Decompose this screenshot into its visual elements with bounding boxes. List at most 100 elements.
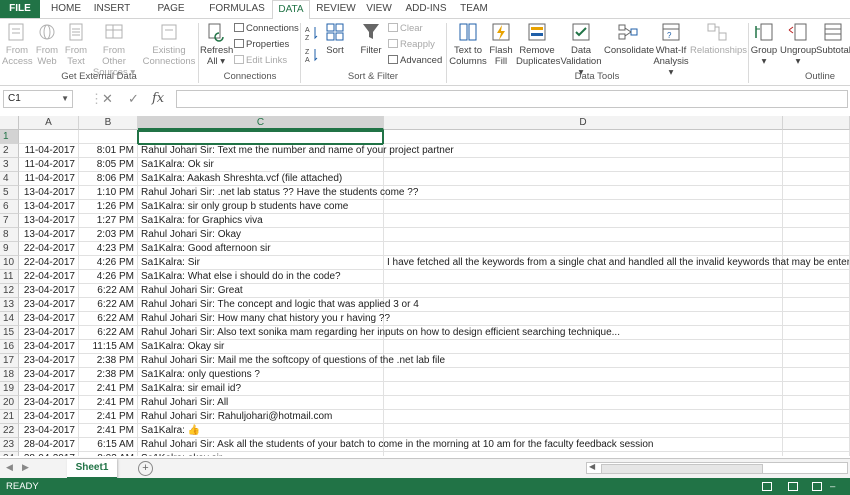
cell-empty[interactable]	[783, 256, 850, 270]
row-header[interactable]: 17	[0, 354, 19, 368]
cell-extra[interactable]	[384, 144, 783, 158]
row-header[interactable]: 1	[0, 130, 19, 144]
refresh-all-button[interactable]: Refresh All ▾	[200, 21, 233, 67]
cell-extra[interactable]	[384, 368, 783, 382]
connections-button[interactable]: Connections	[234, 23, 299, 34]
cell-message[interactable]: Rahul Johari Sir: Also text sonika mam r…	[138, 326, 620, 340]
insert-function-icon[interactable]: fx	[152, 90, 164, 108]
row-header[interactable]: 24	[0, 452, 19, 456]
cell-empty[interactable]	[783, 130, 850, 144]
cell-time[interactable]: 2:41 PM	[79, 424, 138, 438]
cell-empty[interactable]	[783, 158, 850, 172]
cell-date[interactable]: 23-04-2017	[19, 312, 79, 326]
cell-date[interactable]: 23-04-2017	[19, 340, 79, 354]
cell-extra[interactable]	[384, 284, 783, 298]
cell-message[interactable]: Sa1Kalra: 👍	[138, 424, 384, 438]
cell-empty[interactable]	[783, 214, 850, 228]
cell-time[interactable]: 8:06 PM	[79, 172, 138, 186]
row-header[interactable]: 15	[0, 326, 19, 340]
column-header-d[interactable]: D	[384, 116, 783, 130]
scroll-left-icon[interactable]: ◀	[589, 462, 595, 471]
cell-empty[interactable]	[783, 284, 850, 298]
row-header[interactable]: 23	[0, 438, 19, 452]
remove-duplicates-button[interactable]: Remove Duplicates	[516, 21, 560, 67]
row-header[interactable]: 6	[0, 200, 19, 214]
text-to-columns-button[interactable]: Text to Columns	[448, 21, 488, 67]
row-header[interactable]: 14	[0, 312, 19, 326]
properties-button[interactable]: Properties	[234, 39, 289, 50]
cell-time[interactable]: 6:22 AM	[79, 312, 138, 326]
cell-extra[interactable]: I have fetched all the keywords from a s…	[384, 256, 850, 270]
cell-time[interactable]: 6:22 AM	[79, 326, 138, 340]
cell-message[interactable]: Sa1Kalra: Ok sir	[138, 158, 384, 172]
sort-button[interactable]: Sort	[322, 21, 348, 56]
cell-time[interactable]: 8:01 PM	[79, 144, 138, 158]
cell-date[interactable]	[19, 130, 79, 144]
column-header-a[interactable]: A	[19, 116, 79, 130]
tab-add-ins[interactable]: ADD-INS	[402, 0, 450, 18]
row-header[interactable]: 10	[0, 256, 19, 270]
cell-time[interactable]: 8:05 PM	[79, 158, 138, 172]
cell-time[interactable]: 6:22 AM	[79, 298, 138, 312]
tab-formulas[interactable]: FORMULAS	[208, 0, 266, 18]
relationships-button[interactable]: Relationships	[690, 21, 747, 56]
tab-data[interactable]: DATA	[272, 0, 310, 20]
cell-empty[interactable]	[783, 200, 850, 214]
cell-empty[interactable]	[783, 298, 850, 312]
cell-date[interactable]: 28-04-2017	[19, 452, 79, 456]
cell-date[interactable]: 13-04-2017	[19, 228, 79, 242]
cell-time[interactable]: 8:03 AM	[79, 452, 138, 456]
cell-extra[interactable]	[384, 396, 783, 410]
enter-check-icon[interactable]: ✓	[128, 90, 139, 108]
cell-time[interactable]: 2:03 PM	[79, 228, 138, 242]
sort-az-button[interactable]: AZ	[303, 25, 321, 44]
tab-insert[interactable]: INSERT	[92, 0, 132, 18]
column-header-c[interactable]: C	[138, 116, 384, 130]
cell-extra[interactable]	[384, 214, 783, 228]
cell-message[interactable]: Rahul Johari Sir: Rahuljohari@hotmail.co…	[138, 410, 384, 424]
select-all-corner[interactable]	[0, 116, 19, 130]
cell-date[interactable]: 28-04-2017	[19, 438, 79, 452]
row-header[interactable]: 20	[0, 396, 19, 410]
cell-extra[interactable]	[384, 410, 783, 424]
cell-date[interactable]: 23-04-2017	[19, 284, 79, 298]
cell-date[interactable]: 23-04-2017	[19, 382, 79, 396]
cell-time[interactable]: 2:41 PM	[79, 410, 138, 424]
cell-message[interactable]: Sa1Kalra: for Graphics viva	[138, 214, 384, 228]
cell-time[interactable]: 6:15 AM	[79, 438, 138, 452]
cell-message[interactable]: Rahul Johari Sir: The concept and logic …	[138, 298, 419, 312]
cell-message[interactable]: Sa1Kalra: Okay sir	[138, 340, 384, 354]
cell-empty[interactable]	[783, 340, 850, 354]
cell-time[interactable]: 2:38 PM	[79, 368, 138, 382]
cell-empty[interactable]	[783, 396, 850, 410]
cell-time[interactable]: 6:22 AM	[79, 284, 138, 298]
cell-date[interactable]: 23-04-2017	[19, 354, 79, 368]
cell-message[interactable]: Rahul Johari Sir: .net lab status ?? Hav…	[138, 186, 418, 200]
chevron-down-icon[interactable]: ▼	[61, 91, 69, 107]
cell-extra[interactable]	[384, 354, 783, 368]
normal-view-icon[interactable]	[762, 482, 772, 491]
ungroup-button[interactable]: Ungroup ▾	[780, 21, 816, 67]
row-header[interactable]: 4	[0, 172, 19, 186]
cell-extra[interactable]	[384, 438, 783, 452]
cell-message[interactable]: Sa1Kalra: What else i should do in the c…	[138, 270, 384, 284]
tab-team[interactable]: TEAM	[454, 0, 494, 18]
cell-empty[interactable]	[783, 382, 850, 396]
cell-extra[interactable]	[384, 228, 783, 242]
cell-date[interactable]: 23-04-2017	[19, 396, 79, 410]
name-box[interactable]: C1 ▼	[3, 90, 73, 108]
sort-za-button[interactable]: ZA	[303, 47, 321, 66]
cell-time[interactable]: 1:10 PM	[79, 186, 138, 200]
cell-message[interactable]: Rahul Johari Sir: How many chat history …	[138, 312, 390, 326]
cell-empty[interactable]	[783, 452, 850, 456]
cell-date[interactable]: 23-04-2017	[19, 424, 79, 438]
cell-empty[interactable]	[783, 186, 850, 200]
data-validation-button[interactable]: Data Validation ▾	[558, 21, 604, 78]
horizontal-scrollbar[interactable]: ◀	[586, 462, 848, 474]
cell-empty[interactable]	[783, 354, 850, 368]
cell-extra[interactable]	[384, 382, 783, 396]
cell-empty[interactable]	[783, 438, 850, 452]
cell-extra[interactable]	[384, 452, 783, 456]
cell-date[interactable]: 13-04-2017	[19, 200, 79, 214]
cell-extra[interactable]	[384, 312, 783, 326]
